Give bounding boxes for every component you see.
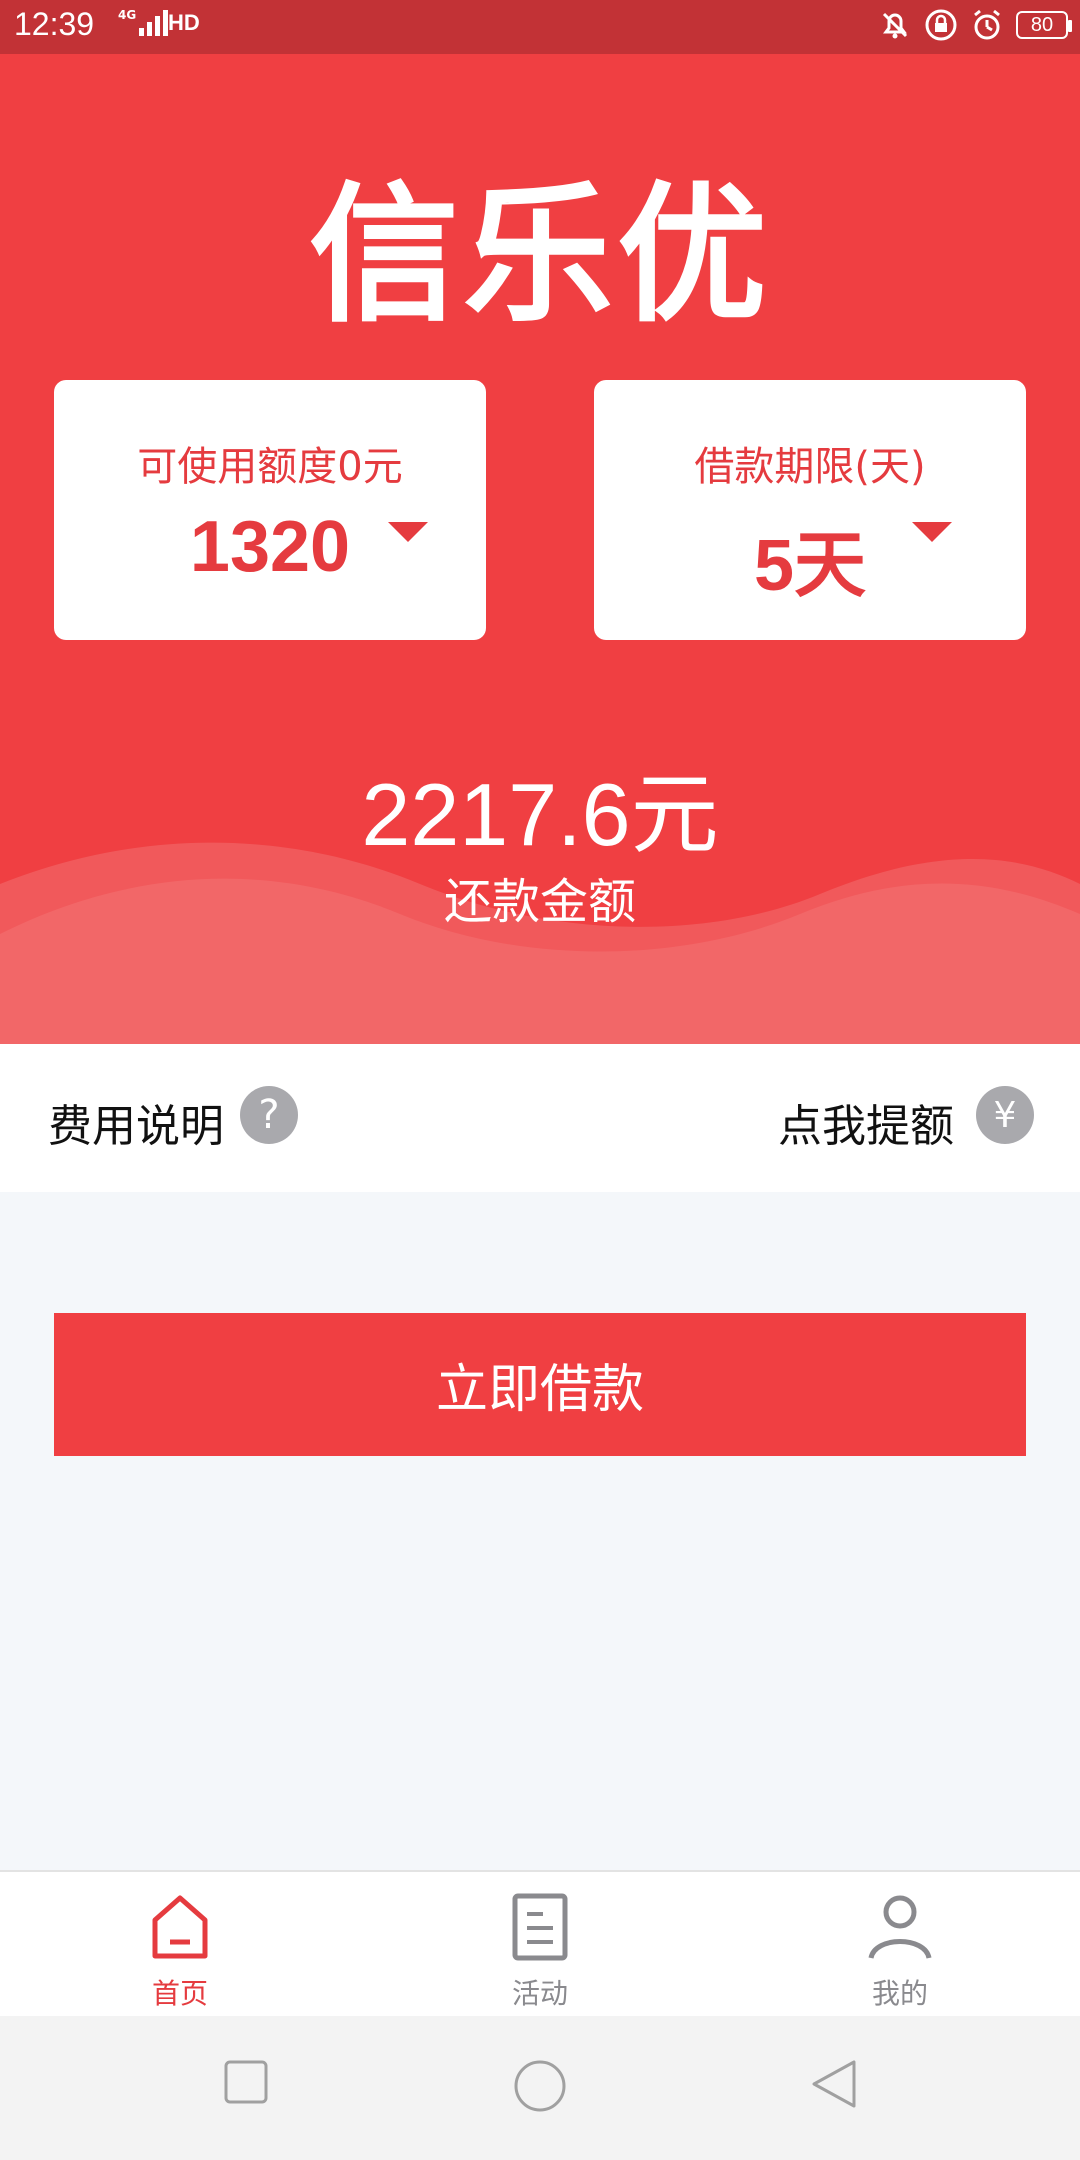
nav-label-activity: 活动 — [511, 1977, 568, 2010]
borrow-now-button[interactable]: 立即借款 — [54, 1313, 1026, 1456]
nav-item-home[interactable]: 首页 — [0, 1872, 360, 2018]
status-bar: 12:39 4G HD 80 — [0, 0, 1080, 54]
dropdown-caret-icon — [912, 522, 952, 542]
amount-selector[interactable]: 可使用额度0元 1320 — [54, 380, 486, 640]
hero-section: 信乐优 可使用额度0元 1320 借款期限(天) 5天 2217.6元 还款金额 — [0, 54, 1080, 1044]
nav-label-home: 首页 — [151, 1977, 208, 2010]
home-circle-icon[interactable] — [512, 2058, 568, 2114]
system-nav-bar — [0, 2016, 1080, 2160]
app-title: 信乐优 — [308, 169, 771, 343]
nav-item-mine[interactable]: 我的 — [720, 1872, 1080, 2018]
status-icons: 80 — [878, 8, 1072, 42]
term-value: 5天 — [753, 526, 867, 606]
status-time: 12:39 — [14, 6, 95, 42]
back-triangle-icon[interactable] — [808, 2058, 860, 2110]
amount-label: 可使用额度0元 — [137, 444, 403, 490]
info-row: 费用说明 ? 点我提额 ¥ — [0, 1044, 1080, 1192]
document-icon — [512, 1893, 568, 1961]
raise-limit-link[interactable]: 点我提额 — [778, 1090, 954, 1154]
term-label: 借款期限(天) — [694, 444, 926, 490]
rotation-lock-icon — [924, 8, 958, 42]
repay-amount: 2217.6元 — [361, 765, 719, 864]
user-icon — [868, 1895, 932, 1959]
mute-bell-icon — [878, 8, 912, 42]
fee-description-link[interactable]: 费用说明 — [48, 1090, 224, 1154]
signal-icon: 4G — [118, 8, 169, 36]
battery-icon: 80 — [1016, 11, 1072, 39]
recent-apps-icon[interactable] — [222, 2058, 270, 2106]
term-selector[interactable]: 借款期限(天) 5天 — [594, 380, 1026, 640]
help-icon[interactable]: ? — [240, 1086, 298, 1144]
home-icon — [152, 1895, 208, 1959]
bottom-nav: 首页 活动 我的 — [0, 1870, 1080, 2016]
nav-label-mine: 我的 — [871, 1977, 928, 2010]
amount-value: 1320 — [189, 507, 351, 587]
alarm-icon — [970, 8, 1004, 42]
nav-item-activity[interactable]: 活动 — [360, 1872, 720, 2018]
network-type: 4G — [118, 8, 137, 22]
repay-label: 还款金额 — [443, 874, 636, 930]
dropdown-caret-icon — [388, 522, 428, 542]
yen-icon[interactable]: ¥ — [976, 1086, 1034, 1144]
hd-icon: HD — [168, 10, 200, 35]
